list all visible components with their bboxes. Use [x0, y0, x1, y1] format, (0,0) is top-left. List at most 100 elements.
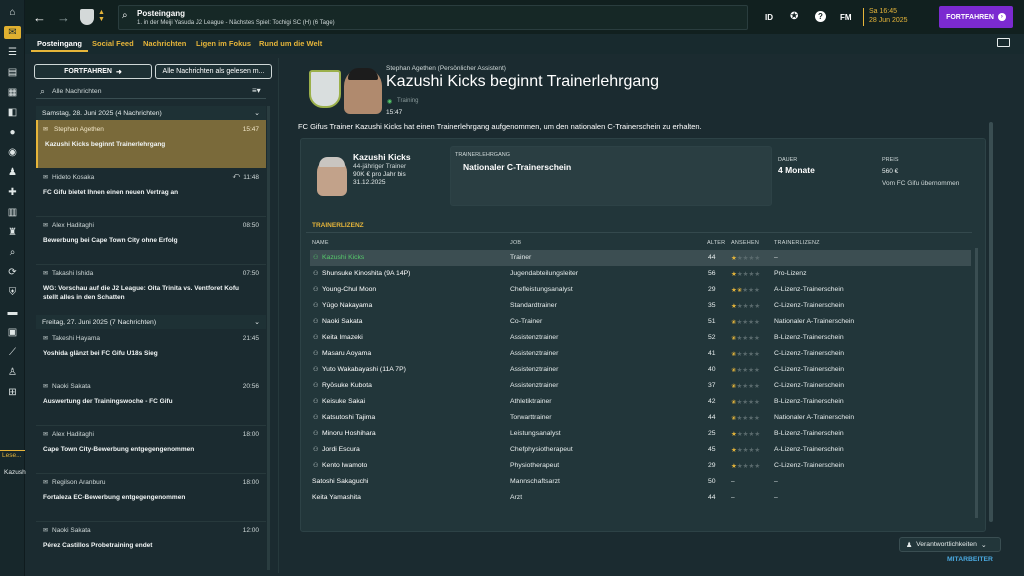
table-scrollbar[interactable]	[975, 248, 978, 518]
reputation-stars: ✬★★★★	[731, 350, 760, 358]
row-name: Young-Chul Moon	[322, 286, 377, 293]
message-item[interactable]: Takashi Ishida 07:50 WG: Vorschau auf di…	[36, 264, 266, 314]
column-header-license[interactable]: TRAINERLIZENZ	[774, 240, 820, 246]
table-row[interactable]: ⚇ Keisuke Sakai Athletiktrainer 42 ✬★★★★ B-Li…	[310, 394, 971, 410]
reputation-stars: ★★★★★	[731, 270, 760, 278]
tab-news[interactable]: Nachrichten	[143, 39, 186, 48]
table-row[interactable]: ⚇ Ryōsuke Kubota Assistenztrainer 37 ✬★★★★ C-…	[310, 378, 971, 394]
row-license: B-Lizenz-Trainerschein	[774, 398, 844, 405]
table-row[interactable]: ⚇ Shunsuke Kinoshita (9A 14P) Jugendabteil…	[310, 266, 971, 282]
help-icon[interactable]: ?	[815, 11, 826, 22]
list-continue-button[interactable]: FORTFAHREN ➜	[34, 64, 152, 79]
page-subtitle: 1. in der Meiji Yasuda J2 League - Nächs…	[137, 20, 335, 26]
table-row[interactable]: ⚇ Katsutoshi Tajima Torwarttrainer 44 ✬★★★★ N…	[310, 410, 971, 426]
message-item[interactable]: Naoki Sakata 20:56 Auswertung der Traini…	[36, 377, 266, 425]
row-job: Mannschaftsarzt	[510, 478, 560, 485]
squad-icon[interactable]: ☰	[4, 46, 21, 59]
ball-icon[interactable]: ●	[4, 126, 21, 139]
table-row[interactable]: ⚇ Yuto Wakabayashi (11A 7P) Assistenztrain…	[310, 362, 971, 378]
continue-button[interactable]: FORTFAHREN ›	[939, 6, 1013, 28]
column-header-name[interactable]: NAME	[312, 240, 329, 246]
staff-role-icon: ⚇	[313, 431, 319, 437]
home-icon[interactable]: ⌂	[4, 6, 21, 19]
club-crest-icon[interactable]	[80, 9, 94, 25]
message-envelope-icon: ✉	[43, 127, 49, 133]
board-icon[interactable]: ▣	[4, 326, 21, 339]
table-row[interactable]: ⚇ Keita Imazeki Assistenztrainer 52 ✬★★★★ B-L…	[310, 330, 971, 346]
fm-menu-button[interactable]: FM	[840, 13, 852, 22]
message-item[interactable]: Naoki Sakata 12:00 Pérez Castillos Probe…	[36, 521, 266, 569]
group-header-friday[interactable]: Freitag, 27. Juni 2025 (7 Nachrichten) ⌄	[36, 315, 266, 329]
detail-scrollbar[interactable]	[989, 122, 993, 522]
training-icon[interactable]: ▦	[4, 86, 21, 99]
tab-around-the-world[interactable]: Rund um die Welt	[259, 39, 322, 48]
table-row[interactable]: ⚇ Naoki Sakata Co-Trainer 51 ✬★★★★ Nationaler…	[310, 314, 971, 330]
message-item[interactable]: Regilson Aranburu 18:00 Fortaleza EC-Bew…	[36, 473, 266, 521]
detail-body: FC Gifus Trainer Kazushi Kicks hat einen…	[298, 122, 702, 131]
world-icon[interactable]: ⊞	[4, 386, 21, 399]
message-item[interactable]: Hideto Kosaka 11:48 ⤺ FC Gifu bietet Ihn…	[36, 168, 266, 216]
table-row[interactable]: ⚇ Minoru Hoshihara Leistungsanalyst 25 ★★★★★…	[310, 426, 971, 442]
message-subject: FC Gifu bietet Ihnen einen neuen Vertrag…	[43, 189, 179, 196]
club-icon[interactable]: ⛨	[4, 286, 21, 299]
message-item[interactable]: Alex Haditaghi 18:00 Cape Town City-Bewe…	[36, 425, 266, 473]
calendar-icon[interactable]: ▥	[4, 206, 21, 219]
search-bar[interactable]	[118, 5, 748, 30]
row-name: Masaru Aoyama	[322, 350, 372, 357]
manager-icon[interactable]: ♙	[4, 366, 21, 379]
club-switcher-icon[interactable]: ▲ ▼	[98, 9, 105, 23]
message-item[interactable]: Stephan Agethen 15:47 Kazushi Kicks begi…	[36, 120, 266, 168]
column-header-job[interactable]: JOB	[510, 240, 521, 246]
scouting-icon[interactable]: ◉	[4, 146, 21, 159]
sender-hair	[348, 68, 378, 80]
id-button[interactable]: ID	[765, 13, 773, 22]
column-header-reputation[interactable]: ANSEHEN	[731, 240, 759, 246]
star-icon: ★	[753, 319, 760, 326]
globe-icon[interactable]: ✪	[790, 11, 798, 22]
clipboard-icon[interactable]: ▤	[4, 66, 21, 79]
pitch-icon[interactable]: ⟋	[4, 346, 21, 359]
filter-icon[interactable]: ≡▾	[252, 86, 261, 95]
screen-mode-icon[interactable]	[997, 38, 1010, 47]
finance-icon[interactable]: ▬	[4, 306, 21, 319]
medical-icon[interactable]: ✚	[4, 186, 21, 199]
group-label: Freitag, 27. Juni 2025 (7 Nachrichten)	[42, 318, 157, 326]
person-name[interactable]: Kazushi Kicks	[353, 152, 411, 162]
table-row[interactable]: Keita Yamashita Arzt 44 – –	[310, 490, 971, 506]
responsibilities-button[interactable]: ♟ Verantwortlichkeiten ⌄	[899, 537, 1001, 552]
forward-arrow-icon[interactable]: →	[57, 10, 70, 25]
transfer-icon[interactable]: ⟳	[4, 266, 21, 279]
table-row[interactable]: ⚇ Masaru Aoyama Assistenztrainer 41 ✬★★★★ C-L…	[310, 346, 971, 362]
message-envelope-icon: ✉	[43, 271, 49, 277]
table-row[interactable]: ⚇ Young-Chul Moon Chefleistungsanalyst 29 ★✬…	[310, 282, 971, 298]
detail-sender[interactable]: Stephan Agethen (Persönlicher Assistent)	[386, 65, 506, 72]
message-sender: Takashi Ishida	[52, 270, 94, 277]
table-row[interactable]: ⚇ Jordi Escura Chefphysiotherapeut 45 ★★★★★ A…	[310, 442, 971, 458]
price-label: PREIS	[882, 157, 899, 163]
mark-all-read-button[interactable]: Alle Nachrichten als gelesen m...	[155, 64, 272, 79]
message-item[interactable]: Alex Haditaghi 08:50 Bewerbung bei Cape …	[36, 216, 266, 264]
message-item[interactable]: Takeshi Hayama 21:45 Yoshida glänzt bei …	[36, 329, 266, 377]
column-header-age[interactable]: ALTER	[707, 240, 725, 246]
table-row[interactable]: ⚇ Kazushi Kicks Trainer 44 ★★★★★ –	[310, 250, 971, 266]
trophy-icon[interactable]: ♜	[4, 226, 21, 239]
star-icon: ★	[753, 399, 760, 406]
inbox-icon[interactable]: ✉	[4, 26, 21, 39]
table-row[interactable]: ⚇ Yūgo Nakayama Standardtrainer 35 ★★★★★ C-Li…	[310, 298, 971, 314]
tab-leagues-in-focus[interactable]: Ligen im Fokus	[196, 39, 251, 48]
tab-inbox[interactable]: Posteingang	[30, 39, 89, 52]
row-license: Pro-Lizenz	[774, 270, 807, 277]
staff-icon[interactable]: ♟	[4, 166, 21, 179]
row-job: Assistenztrainer	[510, 334, 559, 341]
tab-social-feed[interactable]: Social Feed	[92, 39, 134, 48]
star-icon: ★	[753, 367, 760, 374]
message-subject: Kazushi Kicks beginnt Trainerlehrgang	[45, 141, 166, 148]
back-arrow-icon[interactable]: ←	[33, 10, 46, 25]
message-list-scrollbar[interactable]	[267, 106, 270, 570]
group-header-saturday[interactable]: Samstag, 28. Juni 2025 (4 Nachrichten) ⌄	[36, 106, 266, 120]
staff-link[interactable]: MITARBEITER	[947, 556, 993, 563]
dynamics-icon[interactable]: ◧	[4, 106, 21, 119]
search-players-icon[interactable]: ⌕	[4, 246, 21, 259]
table-row[interactable]: Satoshi Sakaguchi Mannschaftsarzt 50 – –	[310, 474, 971, 490]
table-row[interactable]: ⚇ Kento Iwamoto Physiotherapeut 29 ★★★★★ C-Li…	[310, 458, 971, 474]
